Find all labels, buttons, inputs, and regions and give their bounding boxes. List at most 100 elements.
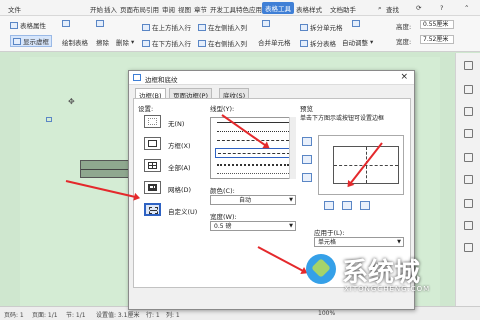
status-row: 行: 1 [146,312,160,319]
height-label: 高度: [396,23,412,31]
insert-left-label: 在左侧插入列 [208,24,247,32]
merge-cells-label: 合并单元格 [258,39,291,47]
table-move-handle-icon[interactable]: ✥ [68,97,75,106]
color-value: 自动 [239,197,252,204]
help-icon[interactable]: ? [440,4,443,12]
setting-all-label[interactable]: 全部(A) [168,162,191,172]
backup-tool-icon[interactable] [464,175,473,184]
draw-table-button[interactable]: 绘制表格 [62,37,88,47]
setting-box-icon[interactable] [144,137,161,150]
shape-tool-icon[interactable] [464,129,473,138]
merge-cells-button[interactable]: 合并单元格 [258,37,291,47]
adjust-tool-icon[interactable] [464,153,473,162]
border-inside-v-button-icon[interactable] [342,201,352,210]
style-panel-icon[interactable] [464,85,473,94]
insert-below-button[interactable]: 在下方插入行 [142,38,191,48]
show-gridlines-button[interactable]: 显示虚框 [10,35,52,47]
eraser-glyph-icon [96,20,104,27]
width-label: 宽度: [396,38,412,46]
line-style-dotted[interactable] [217,131,289,132]
status-zoom[interactable]: 100% [318,310,335,317]
setting-all-icon[interactable] [144,159,161,172]
menu-features[interactable]: 特色应用 [236,4,262,14]
ribbon: 表格属性 显示虚框 绘制表格 擦除 删除 ▾ 在上方插入行 在下方插入行 在左侧插… [0,16,480,52]
share-tool-icon[interactable] [464,199,473,208]
apply-to-dropdown[interactable]: 单元格 ▼ [314,237,404,247]
menu-chapter[interactable]: 章节 [194,4,207,14]
border-right-button-icon[interactable] [360,201,370,210]
eraser-icon[interactable] [96,20,104,27]
line-style-selected[interactable] [215,148,293,158]
select-tool-icon[interactable] [464,107,473,116]
line-style-dashed [218,153,290,154]
setting-box-label[interactable]: 方框(X) [168,140,191,150]
border-bottom-button-icon[interactable] [302,173,312,182]
split-cell-button[interactable]: 拆分单元格 [300,22,343,32]
menu-dev-tools[interactable]: 开发工具 [210,4,236,14]
tab-doc-assistant[interactable]: 文档助手 [330,4,356,14]
insert-right-icon [198,39,206,47]
tab-table-style[interactable]: 表格样式 [296,4,322,14]
width-input[interactable]: 7.52厘米 [420,35,454,44]
status-section: 节: 1/1 [66,312,86,319]
border-preview[interactable] [318,135,404,195]
menu-view[interactable]: 视图 [178,4,191,14]
split-table-button[interactable]: 拆分表格 [300,38,336,48]
table-properties-icon [10,21,18,29]
border-left-button-icon[interactable] [324,201,334,210]
setting-none-label[interactable]: 无(N) [168,118,184,128]
setting-grid-icon[interactable] [144,181,161,194]
table-properties-button[interactable]: 表格属性 [10,20,46,30]
insert-right-button[interactable]: 在右侧插入列 [198,38,247,48]
help-tool-icon[interactable] [464,221,473,230]
collapse-ribbon-icon[interactable]: ⌃ [464,4,469,12]
insert-above-icon [142,23,150,31]
chevron-down-icon: ▼ [289,223,293,229]
border-inside-h-button-icon[interactable] [302,155,312,164]
draw-table-icon[interactable] [62,20,70,27]
setting-none-icon[interactable] [144,115,161,128]
setting-grid-label[interactable]: 网格(D) [168,184,191,194]
site-watermark: 系统城 XITONGCHENG.COM [300,250,480,310]
line-style-solid[interactable] [217,122,289,123]
search-icon[interactable]: ⌕ [378,4,382,13]
insert-right-label: 在右侧插入列 [208,40,247,48]
tab-table-tools[interactable]: 表格工具 [262,2,294,14]
delete-button[interactable]: 删除 ▾ [116,37,134,47]
preview-hint: 单击下方图示或按钮可设置边框 [300,115,385,122]
erase-button[interactable]: 擦除 [96,37,109,47]
merge-cells-icon [262,20,270,27]
width-dropdown[interactable]: 0.5 磅 ▼ [210,221,296,231]
line-style-scrollbar[interactable] [289,117,296,179]
menu-file[interactable]: 文件 [8,4,21,14]
menu-review[interactable]: 审阅 [162,4,175,14]
autofit-label: 自动调整 [342,39,368,47]
color-dropdown[interactable]: 自动 ▼ [210,195,296,205]
close-icon[interactable]: × [400,72,408,82]
autofit-button[interactable]: 自动调整 ▾ [342,37,373,47]
line-style-dash-dot-dot[interactable] [217,173,289,174]
insert-left-button[interactable]: 在左侧插入列 [198,22,247,32]
menu-references[interactable]: 引用 [146,4,159,14]
dialog-titlebar[interactable]: 边框和底纹 × [129,71,414,85]
pencil-icon [62,20,70,27]
collapse-panel-icon[interactable] [464,61,473,70]
line-style-list[interactable] [210,117,296,179]
menu-home[interactable]: 开始 [90,4,103,14]
setting-custom-label[interactable]: 自定义(U) [168,206,197,216]
width-value: 0.5 磅 [214,223,232,230]
line-style-dash-dot[interactable] [217,164,289,166]
menu-bar: 文件 开始 插入 页面布局 引用 审阅 视图 章节 开发工具 特色应用 表格工具… [0,0,480,16]
insert-below-icon [142,39,150,47]
menu-insert[interactable]: 插入 [104,4,117,14]
setting-custom-icon[interactable] [144,203,161,216]
menu-page-layout[interactable]: 页面布局 [120,4,146,14]
height-input[interactable]: 0.55厘米 [420,20,454,29]
sync-icon[interactable]: ⟳ [416,4,421,12]
insert-above-button[interactable]: 在上方插入行 [142,22,191,32]
border-top-button-icon[interactable] [302,137,312,146]
line-style-dashed-short[interactable] [217,140,289,141]
paragraph-mark-icon [46,117,52,122]
search-label[interactable]: 查找 [386,4,399,14]
status-col: 列: 1 [166,312,180,319]
